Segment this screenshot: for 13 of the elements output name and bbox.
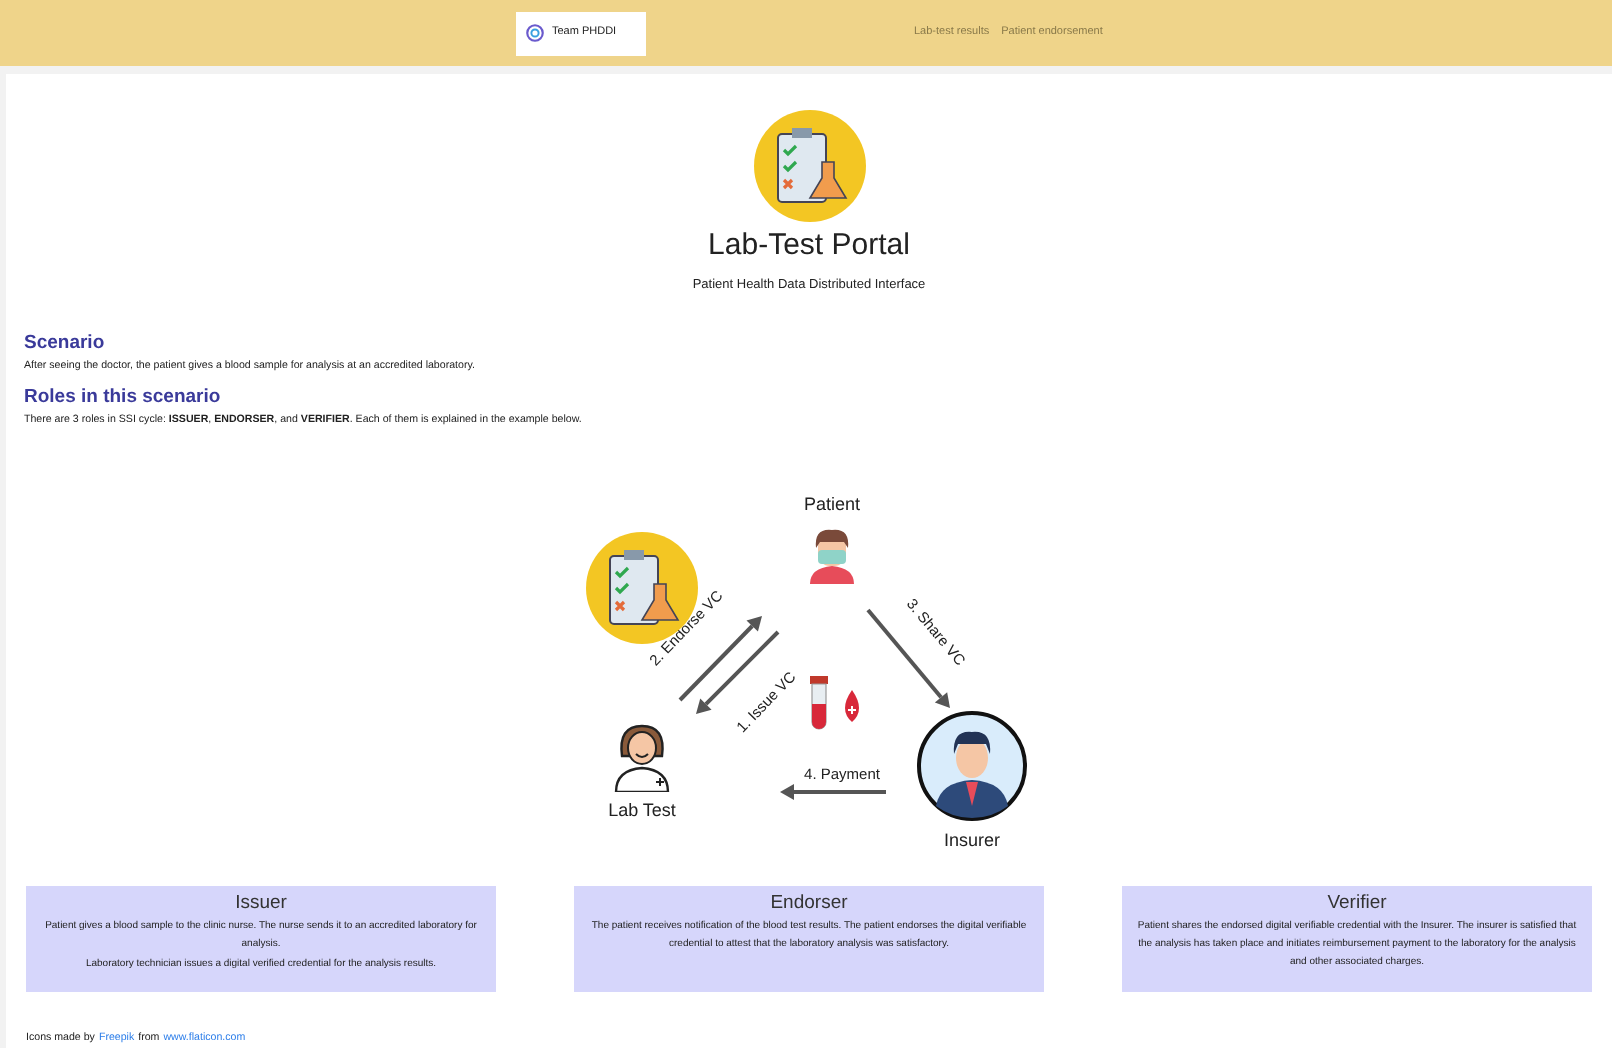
node-label: Patient: [803, 491, 861, 518]
businessman-icon: [916, 709, 1028, 822]
clipboard-flask-icon: [753, 110, 865, 222]
card-title: Verifier: [1327, 892, 1387, 917]
node-label: Lab Test: [608, 797, 676, 824]
node-label: Insurer: [943, 827, 1000, 854]
card-title: Endorser: [770, 892, 848, 917]
section-heading: Roles in this scenario: [24, 385, 223, 410]
section-heading: Scenario: [24, 331, 107, 356]
arrow: [780, 783, 886, 800]
card-title: Issuer: [235, 892, 287, 917]
spiral-logo-icon: [526, 24, 544, 42]
page-title: Lab-Test Portal: [708, 228, 910, 264]
